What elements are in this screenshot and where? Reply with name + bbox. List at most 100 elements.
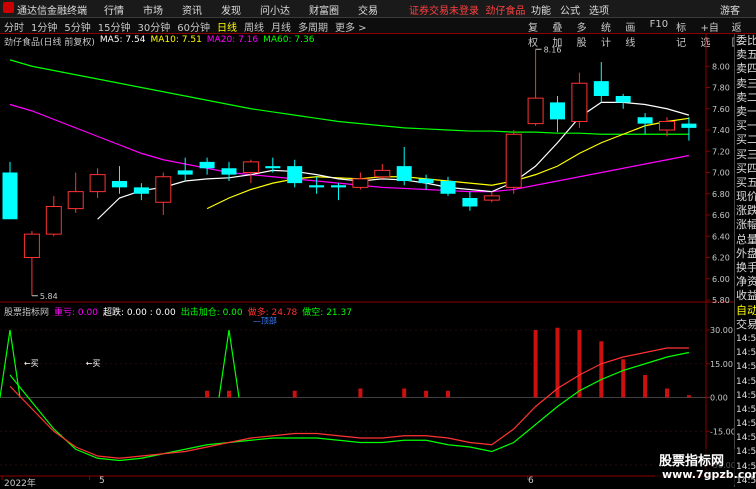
indicator-bar <box>205 390 210 398</box>
candle-body <box>331 185 346 188</box>
candle-body <box>593 81 609 96</box>
x-label-june: 6 <box>528 476 534 486</box>
candle-body <box>112 181 127 188</box>
price-tick-label: 6.40 <box>712 232 730 241</box>
candle-body <box>571 82 588 122</box>
side-item-12[interactable]: 涨跌 <box>735 204 756 218</box>
indicator-bar <box>358 388 363 398</box>
side-item-16[interactable]: 换手 <box>735 261 756 275</box>
candle-body <box>505 133 522 188</box>
candle-body <box>2 172 18 220</box>
stock-chart[interactable]: 8.00 7.80 7.60 7.40 7.20 7.00 6.80 6.60 6.40 6.20… <box>0 0 734 487</box>
buy-label-1: ←买 <box>24 359 39 368</box>
candle-body <box>309 185 325 188</box>
indicator-bar <box>424 390 429 398</box>
price-tick-label: 5.80 <box>712 296 730 305</box>
side-item-10[interactable]: 买五 <box>735 176 756 190</box>
indicator-bar <box>533 330 538 398</box>
candle-body <box>45 206 62 235</box>
side-item-24[interactable]: 14:56 <box>735 375 756 389</box>
buy-label-2: ←买 <box>86 359 101 368</box>
indicator-bar <box>292 390 297 398</box>
indicator-bar <box>402 388 407 398</box>
side-item-26[interactable]: 14:56 <box>735 403 756 417</box>
candle-body <box>659 121 675 131</box>
x-label-year: 2022年 <box>4 479 36 489</box>
side-item-2[interactable]: 卖四 <box>735 62 756 76</box>
candle-body <box>67 191 84 210</box>
candle-body <box>483 195 500 201</box>
side-item-5[interactable]: 卖一 <box>735 105 756 119</box>
side-item-18[interactable]: 收益 <box>735 289 756 303</box>
watermark-url: www.7gpzb.com <box>662 468 756 481</box>
side-item-23[interactable]: 14:56 <box>735 360 756 374</box>
side-item-4[interactable]: 卖二 <box>735 91 756 105</box>
candle-body <box>396 166 412 181</box>
price-tick-label: 7.20 <box>712 147 730 156</box>
indicator-bar <box>446 390 450 398</box>
candle-body <box>177 170 193 175</box>
indicator-bar <box>643 375 648 398</box>
indicator-green-line <box>9 351 690 462</box>
quote-side-panel: 委比 卖五 卖四 卖三 卖二 卖一 买一 买二 买三 买四 买五 现价 涨跌 涨幅 总量 外盘 换手 净资 收益 自动… <box>734 34 756 487</box>
price-tick-label: 6.00 <box>712 275 730 284</box>
indicator-bar <box>665 388 669 398</box>
candle-body <box>527 97 544 125</box>
candle-body <box>440 181 456 194</box>
candle-body <box>199 161 215 169</box>
side-item-7[interactable]: 买二 <box>735 133 756 147</box>
side-item-11[interactable]: 现价 <box>735 190 756 204</box>
side-item-17[interactable]: 净资 <box>735 275 756 289</box>
candle-body <box>221 168 237 175</box>
side-item-15[interactable]: 外盘 <box>735 247 756 261</box>
price-tick-label: 6.60 <box>712 211 730 220</box>
side-item-22[interactable]: 14:56 <box>735 346 756 360</box>
side-item-27[interactable]: 14:56 <box>735 417 756 431</box>
side-item-19[interactable]: 自动 <box>735 304 756 318</box>
candle-body <box>374 169 391 178</box>
candle-body <box>550 102 565 120</box>
candle-body <box>265 166 281 169</box>
side-item-14[interactable]: 总量 <box>735 233 756 247</box>
candle-body <box>637 117 653 124</box>
top-label: —顶部 <box>253 315 277 325</box>
price-tick-label: 7.60 <box>712 105 730 114</box>
low-label: 5.84 <box>40 292 58 301</box>
side-item-1[interactable]: 卖五 <box>735 48 756 62</box>
candle-body <box>352 178 369 188</box>
indicator-tick-label: 15.00 <box>710 360 733 369</box>
x-label-may: 5 <box>99 476 105 486</box>
candle-body <box>23 233 40 258</box>
side-item-29[interactable]: 14:56 <box>735 445 756 459</box>
candle-body <box>418 178 434 184</box>
candle-body <box>133 187 149 194</box>
candle-body <box>287 166 303 184</box>
indicator-tick-label: 30.00 <box>710 326 733 335</box>
indicator-bar <box>227 390 231 398</box>
watermark-title: 股票指标网 <box>659 454 725 469</box>
side-item-6[interactable]: 买一 <box>735 119 756 133</box>
price-tick-label: 7.00 <box>712 169 730 178</box>
high-label: 8.16 <box>544 45 562 54</box>
side-item-13[interactable]: 涨幅 <box>735 218 756 232</box>
candle-body <box>462 198 478 207</box>
price-tick-label: 7.80 <box>712 84 730 93</box>
side-item-3[interactable]: 卖三 <box>735 77 756 91</box>
side-item-21[interactable]: 14:56 <box>735 332 756 346</box>
indicator-bar <box>686 395 691 398</box>
side-item-0[interactable]: 委比 <box>735 34 756 48</box>
side-item-20[interactable]: 交易 <box>735 318 756 332</box>
price-tick-label: 6.20 <box>712 254 730 263</box>
side-item-25[interactable]: 14:56 <box>735 389 756 403</box>
side-item-8[interactable]: 买三 <box>735 148 756 162</box>
side-item-28[interactable]: 14:56 <box>735 431 756 445</box>
candle-body <box>681 123 697 128</box>
candle-body <box>242 161 259 173</box>
ma5-line <box>97 101 690 220</box>
indicator-tick-label: -15.00 <box>710 427 734 436</box>
price-tick-label: 6.80 <box>712 190 730 199</box>
indicator-bar <box>577 330 582 398</box>
price-tick-label: 8.00 <box>712 62 730 71</box>
side-item-9[interactable]: 买四 <box>735 162 756 176</box>
indicator-bar <box>621 359 626 398</box>
